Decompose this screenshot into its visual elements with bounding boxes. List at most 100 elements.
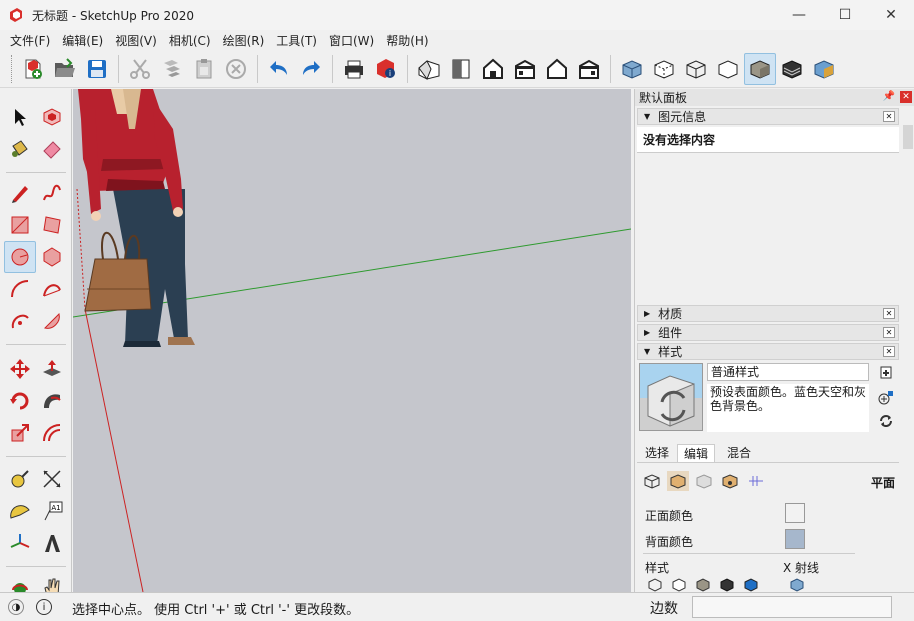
polygon-tool-button[interactable] (36, 241, 68, 273)
line-tool-button[interactable] (4, 177, 36, 209)
make-component-button[interactable] (36, 101, 68, 133)
panel-close-button[interactable]: ✕ (883, 327, 895, 338)
wireframe-style-icon[interactable] (647, 577, 663, 593)
panel-close-button[interactable]: ✕ (883, 308, 895, 319)
modeling-settings-button[interactable] (745, 471, 767, 491)
dimension-button[interactable] (36, 463, 68, 495)
menu-draw[interactable]: 绘图(R) (217, 32, 271, 49)
toolbar-grip[interactable] (11, 54, 14, 83)
view-front-button[interactable] (477, 53, 509, 85)
face-settings-button[interactable] (667, 471, 689, 491)
view-right-button[interactable] (509, 53, 541, 85)
minimize-button[interactable]: — (776, 0, 822, 30)
arc-tool-button[interactable] (4, 273, 36, 305)
open-button[interactable] (49, 53, 81, 85)
monochrome-style-icon[interactable] (743, 577, 759, 593)
select-tool-button[interactable] (4, 101, 36, 133)
move-tool-button[interactable] (4, 353, 36, 385)
style-thumbnail[interactable] (639, 363, 703, 431)
rotate-tool-button[interactable] (4, 385, 36, 417)
eraser-button[interactable] (36, 133, 68, 165)
follow-me-button[interactable] (36, 385, 68, 417)
pin-icon[interactable]: 📌 (883, 91, 895, 102)
textured-style-icon[interactable] (719, 577, 735, 593)
front-color-swatch[interactable] (785, 503, 805, 523)
tray-scrollbar[interactable] (903, 125, 913, 149)
entity-info-panel-header[interactable]: ▼ 图元信息 ✕ (637, 108, 899, 125)
menu-tools[interactable]: 工具(T) (270, 32, 323, 49)
shaded-textures-button[interactable] (776, 53, 808, 85)
tab-edit[interactable]: 编辑 (677, 444, 716, 462)
menu-file[interactable]: 文件(F) (4, 32, 56, 49)
text-tool-button[interactable]: A1 (36, 495, 68, 527)
xray-button[interactable] (616, 53, 648, 85)
new-button[interactable] (17, 53, 49, 85)
tape-measure-button[interactable] (4, 463, 36, 495)
copy-button[interactable] (156, 53, 188, 85)
edge-settings-button[interactable] (641, 471, 663, 491)
push-pull-button[interactable] (36, 353, 68, 385)
close-window-button[interactable]: ✕ (868, 0, 914, 30)
view-back-button[interactable] (541, 53, 573, 85)
back-color-swatch[interactable] (785, 529, 805, 549)
paint-bucket-button[interactable] (4, 133, 36, 165)
protractor-button[interactable] (4, 495, 36, 527)
paste-button[interactable] (188, 53, 220, 85)
redo-button[interactable] (295, 53, 327, 85)
menu-view[interactable]: 视图(V) (109, 32, 163, 49)
rectangle-tool-button[interactable] (4, 209, 36, 241)
undo-button[interactable] (263, 53, 295, 85)
tab-mix[interactable]: 混合 (721, 444, 757, 462)
drawing-viewport[interactable] (73, 89, 631, 592)
maximize-button[interactable]: ☐ (822, 0, 868, 30)
style-description-field[interactable]: 预设表面颜色。蓝色天空和灰色背景色。 (707, 384, 869, 432)
create-style-button[interactable] (877, 363, 895, 381)
3d-text-button[interactable] (36, 527, 68, 559)
save-button[interactable] (81, 53, 113, 85)
shaded-style-icon[interactable] (695, 577, 711, 593)
monochrome-button[interactable] (808, 53, 840, 85)
model-info-button[interactable]: i (370, 53, 402, 85)
three-point-arc-button[interactable] (4, 305, 36, 337)
freehand-button[interactable] (36, 177, 68, 209)
pie-tool-button[interactable] (36, 305, 68, 337)
scene-canvas[interactable] (73, 89, 631, 592)
wireframe-button[interactable] (680, 53, 712, 85)
cut-button[interactable] (124, 53, 156, 85)
rotated-rectangle-button[interactable] (36, 209, 68, 241)
xray-toggle-icon[interactable] (789, 577, 805, 593)
menu-window[interactable]: 窗口(W) (323, 32, 380, 49)
style-name-field[interactable]: 普通样式 (707, 363, 869, 381)
instructor-info-icon[interactable]: i (36, 599, 52, 615)
circle-tool-button[interactable] (4, 241, 36, 273)
watermark-settings-button[interactable] (719, 471, 741, 491)
geo-location-icon[interactable]: ◑ (8, 599, 24, 615)
menu-help[interactable]: 帮助(H) (380, 32, 434, 49)
back-edges-button[interactable] (648, 53, 680, 85)
print-button[interactable] (338, 53, 370, 85)
offset-tool-button[interactable] (36, 417, 68, 449)
scale-tool-button[interactable] (4, 417, 36, 449)
erase-selected-button[interactable] (220, 53, 252, 85)
styles-panel-header[interactable]: ▼ 样式 ✕ (637, 343, 899, 360)
measurements-input[interactable] (692, 596, 892, 618)
materials-panel-header[interactable]: ▶ 材质 ✕ (637, 305, 899, 322)
panel-close-button[interactable]: ✕ (883, 346, 895, 357)
view-iso-button[interactable] (413, 53, 445, 85)
view-top-button[interactable] (445, 53, 477, 85)
menu-camera[interactable]: 相机(C) (163, 32, 217, 49)
background-settings-button[interactable] (693, 471, 715, 491)
hidden-line-style-icon[interactable] (671, 577, 687, 593)
menu-edit[interactable]: 编辑(E) (56, 32, 109, 49)
tab-select[interactable]: 选择 (639, 444, 675, 462)
components-panel-header[interactable]: ▶ 组件 ✕ (637, 324, 899, 341)
panel-close-button[interactable]: ✕ (883, 111, 895, 122)
shaded-button[interactable] (744, 52, 776, 85)
view-left-button[interactable] (573, 53, 605, 85)
tray-close-button[interactable]: ✕ (900, 91, 912, 103)
two-point-arc-button[interactable] (36, 273, 68, 305)
axes-tool-button[interactable] (4, 527, 36, 559)
update-style-button[interactable] (877, 412, 895, 430)
add-style-button[interactable] (877, 388, 895, 406)
hidden-line-button[interactable] (712, 53, 744, 85)
